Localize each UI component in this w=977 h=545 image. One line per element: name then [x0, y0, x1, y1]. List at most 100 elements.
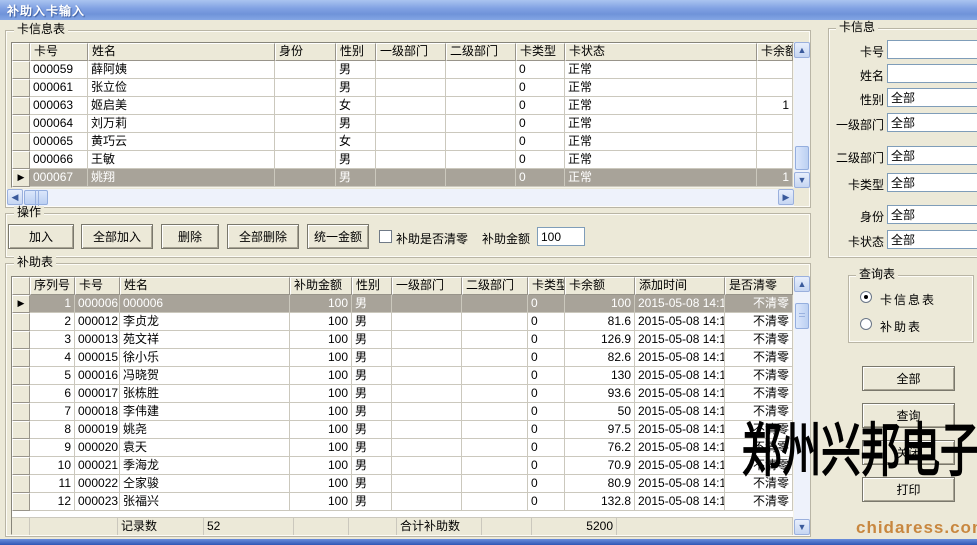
row-indicator: [12, 331, 30, 349]
window-title: 补助入卡输入: [7, 2, 85, 19]
cell: 000061: [30, 79, 88, 97]
table-row[interactable]: 8000019姚尧100男097.52015-05-08 14:12:不清零: [12, 421, 793, 439]
cell: 000019: [75, 421, 120, 439]
row-indicator: [12, 367, 30, 385]
card-grid-vscrollbar[interactable]: ▲ ▼: [794, 42, 810, 188]
table-row[interactable]: 11000022仝家骏100男080.92015-05-08 14:12:不清零: [12, 475, 793, 493]
combo-field[interactable]: [887, 205, 977, 224]
cell: 000063: [30, 97, 88, 115]
cell: 6: [30, 385, 75, 403]
delete-button[interactable]: 删除: [161, 224, 219, 249]
table-row[interactable]: 5000016冯晓贺100男01302015-05-08 14:12:不清零: [12, 367, 793, 385]
combo-field[interactable]: [887, 173, 977, 192]
column-header[interactable]: 序列号: [30, 277, 75, 295]
uniform-amount-button[interactable]: 统一金额: [307, 224, 369, 249]
table-row[interactable]: ▶1000006000006100男01002015-05-08 14:12:不…: [12, 295, 793, 313]
table-row[interactable]: 000064刘万莉男0正常: [12, 115, 793, 133]
column-header[interactable]: 卡号: [75, 277, 120, 295]
table-row[interactable]: 7000018李伟建100男0502015-05-08 14:12:不清零: [12, 403, 793, 421]
radio-subsidy-table[interactable]: [860, 318, 872, 330]
column-header[interactable]: 补助金额: [290, 277, 352, 295]
cell: 男: [336, 151, 376, 169]
subsidy-amount-input[interactable]: [537, 227, 585, 246]
table-row[interactable]: 000065黄巧云女0正常: [12, 133, 793, 151]
cell: 2015-05-08 14:12:: [635, 421, 725, 439]
table-row[interactable]: 10000021季海龙100男070.92015-05-08 14:12:不清零: [12, 457, 793, 475]
column-header[interactable]: 卡号: [30, 43, 88, 61]
scroll-thumb[interactable]: [24, 190, 48, 205]
cell: 000018: [75, 403, 120, 421]
cell: 100: [290, 493, 352, 511]
scroll-up-icon[interactable]: ▲: [794, 276, 810, 292]
cell: 000006: [120, 295, 290, 313]
column-header[interactable]: 卡类型: [528, 277, 565, 295]
scroll-thumb[interactable]: [795, 146, 809, 170]
column-header[interactable]: 是否清零: [725, 277, 793, 295]
table-row[interactable]: 2000012李贞龙100男081.62015-05-08 14:12:不清零: [12, 313, 793, 331]
cell: [462, 349, 528, 367]
cell: 1: [30, 295, 75, 313]
column-header[interactable]: 姓名: [120, 277, 290, 295]
subsidy-grid-vscrollbar[interactable]: ▲ ▼: [794, 276, 810, 535]
summary-cell: 合计补助数: [397, 517, 482, 535]
scroll-left-icon[interactable]: ◀: [7, 189, 23, 205]
column-header[interactable]: 卡余额: [757, 43, 793, 61]
scroll-up-icon[interactable]: ▲: [794, 42, 810, 58]
scroll-right-icon[interactable]: ▶: [778, 189, 794, 205]
cell: 正常: [565, 115, 757, 133]
input-field[interactable]: [887, 64, 977, 83]
cell: [757, 151, 793, 169]
table-row[interactable]: 000063姬启美女0正常1: [12, 97, 793, 115]
cell: 000017: [75, 385, 120, 403]
row-indicator: [12, 151, 30, 169]
card-grid-hscrollbar[interactable]: ◀ ▶: [7, 189, 794, 206]
cell: 0: [516, 79, 565, 97]
cell: 不清零: [725, 385, 793, 403]
clear-subsidy-checkbox[interactable]: [379, 230, 392, 243]
table-row[interactable]: 000066王敏男0正常: [12, 151, 793, 169]
column-header[interactable]: 卡状态: [565, 43, 757, 61]
combo-field[interactable]: [887, 230, 977, 249]
column-header[interactable]: 添加时间: [635, 277, 725, 295]
table-row[interactable]: 3000013苑文祥100男0126.92015-05-08 14:12:不清零: [12, 331, 793, 349]
column-header[interactable]: 一级部门: [376, 43, 446, 61]
cell: 9: [30, 439, 75, 457]
column-header[interactable]: 二级部门: [446, 43, 516, 61]
scroll-down-icon[interactable]: ▼: [794, 172, 810, 188]
column-header[interactable]: 性别: [336, 43, 376, 61]
delete-all-button[interactable]: 全部删除: [227, 224, 299, 249]
cell: 薛阿姨: [88, 61, 275, 79]
combo-field[interactable]: [887, 88, 977, 107]
add-all-button[interactable]: 全部加入: [81, 224, 153, 249]
input-field[interactable]: [887, 40, 977, 59]
table-row[interactable]: 12000023张福兴100男0132.82015-05-08 14:12:不清…: [12, 493, 793, 511]
cell: 姚尧: [120, 421, 290, 439]
cell: 100: [290, 439, 352, 457]
scroll-thumb[interactable]: [795, 303, 809, 329]
column-header[interactable]: 姓名: [88, 43, 275, 61]
column-header[interactable]: 身份: [275, 43, 336, 61]
table-row[interactable]: 9000020袁天100男076.22015-05-08 14:12:不清零: [12, 439, 793, 457]
all-button[interactable]: 全部: [862, 366, 955, 391]
title-bar[interactable]: 补助入卡输入: [0, 0, 977, 20]
field-label: 卡号: [828, 43, 884, 60]
table-row[interactable]: 6000017张栋胜100男093.62015-05-08 14:12:不清零: [12, 385, 793, 403]
table-row[interactable]: 000059薛阿姨男0正常: [12, 61, 793, 79]
cell: 12: [30, 493, 75, 511]
cell: [376, 169, 446, 187]
column-header[interactable]: 卡余额: [565, 277, 635, 295]
column-header[interactable]: 性别: [352, 277, 392, 295]
combo-field[interactable]: [887, 113, 977, 132]
add-button[interactable]: 加入: [8, 224, 74, 249]
radio-card-info-table[interactable]: [860, 291, 872, 303]
table-row[interactable]: 4000015徐小乐100男082.62015-05-08 14:12:不清零: [12, 349, 793, 367]
column-header[interactable]: 卡类型: [516, 43, 565, 61]
scroll-down-icon[interactable]: ▼: [794, 519, 810, 535]
cell: [392, 367, 462, 385]
cell: 2015-05-08 14:12:: [635, 385, 725, 403]
column-header[interactable]: 二级部门: [462, 277, 528, 295]
table-row[interactable]: 000061张立俭男0正常: [12, 79, 793, 97]
column-header[interactable]: 一级部门: [392, 277, 462, 295]
table-row[interactable]: ▶000067姚翔男0正常1: [12, 169, 793, 187]
combo-field[interactable]: [887, 146, 977, 165]
